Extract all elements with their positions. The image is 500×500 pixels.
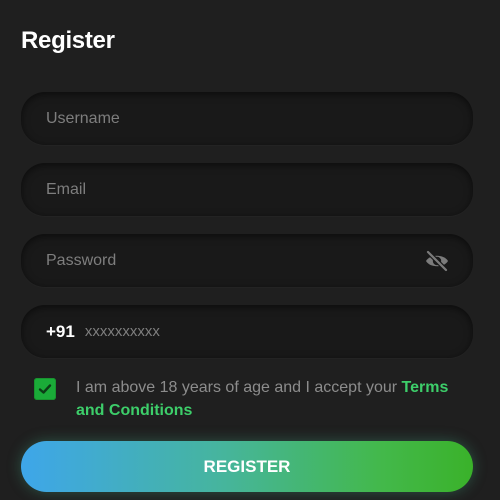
phone-field[interactable]: +91 xyxy=(21,305,473,358)
email-field[interactable] xyxy=(21,163,473,216)
register-page: Register +91 I am above 18 years of ag xyxy=(0,0,500,500)
country-code: +91 xyxy=(46,321,75,341)
email-input[interactable] xyxy=(46,180,451,199)
terms-row: I am above 18 years of age and I accept … xyxy=(34,376,479,422)
terms-checkbox[interactable] xyxy=(34,378,56,400)
terms-text: I am above 18 years of age and I accept … xyxy=(76,376,479,422)
username-input[interactable] xyxy=(46,109,451,128)
checkmark-icon xyxy=(38,384,52,394)
register-button[interactable]: REGISTER xyxy=(21,441,473,492)
phone-input[interactable] xyxy=(84,323,451,340)
page-title: Register xyxy=(21,27,115,54)
terms-statement: I am above 18 years of age and I accept … xyxy=(76,379,402,396)
eye-off-icon[interactable] xyxy=(423,247,451,275)
password-field[interactable] xyxy=(21,234,473,287)
password-input[interactable] xyxy=(46,251,423,270)
username-field[interactable] xyxy=(21,92,473,145)
